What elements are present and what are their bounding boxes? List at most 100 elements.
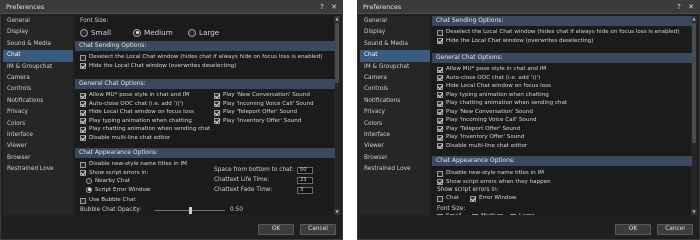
sidebar-item-restrained-love[interactable]: Restrained Love xyxy=(360,164,430,175)
radio-unselected-icon[interactable] xyxy=(86,178,92,184)
radio-small[interactable]: Small xyxy=(80,28,111,37)
checkbox-unchecked-icon[interactable] xyxy=(437,29,443,36)
checkbox-checked-icon[interactable] xyxy=(437,179,443,185)
number-spinner[interactable]: 50 xyxy=(297,167,313,174)
sidebar-item-general[interactable]: General xyxy=(3,16,73,27)
radio-nearby-chat[interactable]: Nearby Chat xyxy=(86,178,130,184)
checkbox-hide-local-chat-window-on-focus-loss[interactable]: Hide Local Chat window on focus loss xyxy=(80,109,194,116)
checkbox-hide-the-local-chat-window-overwrites-de[interactable]: Hide the Local Chat window (overwrites d… xyxy=(437,38,593,45)
sidebar-item-controls[interactable]: Controls xyxy=(3,84,73,95)
checkbox-checked-icon[interactable] xyxy=(470,195,476,202)
checkbox-auto-close-ooc-chat-i-e-add[interactable]: Auto-close OOC chat (i.e. add '))') xyxy=(437,75,540,82)
ok-button[interactable]: OK xyxy=(258,224,294,235)
sidebar-item-im-groupchat[interactable]: IM & Groupchat xyxy=(3,62,73,73)
checkbox-checked-icon[interactable] xyxy=(437,75,443,81)
sidebar-item-privacy[interactable]: Privacy xyxy=(3,107,73,118)
checkbox-medium[interactable]: Medium xyxy=(472,213,503,215)
sidebar-item-notifications[interactable]: Notifications xyxy=(3,96,73,107)
checkbox-play-inventory-offer-sound[interactable]: Play 'Inventory Offer' Sound xyxy=(437,134,524,141)
checkbox-checked-icon[interactable] xyxy=(437,109,443,115)
checkbox-small[interactable]: Small xyxy=(437,213,462,215)
checkbox-show-script-errors-when-they-happen[interactable]: Show script errors when they happen xyxy=(437,179,551,186)
title-bar[interactable]: Preferences ? ✕ xyxy=(1,1,342,14)
scrollbar[interactable]: ▲ ▼ xyxy=(691,16,697,215)
sidebar-item-chat[interactable]: Chat xyxy=(3,50,73,62)
checkbox-play-chatting-animation-when-sending-cha[interactable]: Play chatting animation when sending cha… xyxy=(437,100,567,107)
sidebar-item-colors[interactable]: Colors xyxy=(3,119,73,130)
number-spinner[interactable]: 23 xyxy=(297,177,313,184)
checkbox-unchecked-icon[interactable] xyxy=(510,213,516,215)
checkbox-checked-icon[interactable] xyxy=(437,143,443,149)
checkbox-allow-mu-pose-style-in-chat-and-im[interactable]: Allow MU* pose style in chat and IM xyxy=(437,66,546,73)
checkbox-play-teleport-offer-sound[interactable]: Play 'Teleport Offer' Sound xyxy=(437,126,520,133)
sidebar-item-camera[interactable]: Camera xyxy=(360,73,430,84)
checkbox-checked-icon[interactable] xyxy=(437,92,443,98)
close-icon[interactable]: ✕ xyxy=(329,2,339,12)
sidebar-item-sound-media[interactable]: Sound & Media xyxy=(3,39,73,50)
checkbox-large[interactable]: Large xyxy=(510,213,535,215)
checkbox-disable-multi-line-chat-editor[interactable]: Disable multi-line chat editor xyxy=(80,135,170,142)
checkbox-hide-the-local-chat-window-overwrites-de[interactable]: Hide the Local Chat window (overwrites d… xyxy=(80,63,236,70)
radio-medium[interactable]: Medium xyxy=(133,28,173,37)
checkbox-play-new-conversation-sound[interactable]: Play 'New Conversation' Sound xyxy=(437,109,533,116)
checkbox-unchecked-icon[interactable] xyxy=(80,161,86,168)
checkbox-hide-local-chat-window-on-focus-loss[interactable]: Hide Local Chat window on focus loss xyxy=(437,83,551,90)
checkbox-checked-icon[interactable] xyxy=(214,118,220,124)
close-icon[interactable]: ✕ xyxy=(686,2,696,12)
sidebar-item-im-groupchat[interactable]: IM & Groupchat xyxy=(360,62,430,73)
checkbox-checked-icon[interactable] xyxy=(214,92,220,99)
number-spinner[interactable]: 3 xyxy=(297,187,313,194)
sidebar-item-interface[interactable]: Interface xyxy=(3,130,73,141)
checkbox-checked-icon[interactable] xyxy=(80,118,86,124)
radio-unselected-icon[interactable] xyxy=(80,28,88,37)
help-icon[interactable]: ? xyxy=(317,2,327,12)
sidebar-item-colors[interactable]: Colors xyxy=(360,119,430,130)
radio-selected-icon[interactable] xyxy=(133,28,141,37)
radio-script-error-window[interactable]: Script Error Window xyxy=(86,186,150,193)
sidebar-item-display[interactable]: Display xyxy=(3,27,73,38)
checkbox-checked-icon[interactable] xyxy=(80,92,86,99)
checkbox-show-script-errors-in[interactable]: Show script errors in: xyxy=(80,170,148,177)
checkbox-auto-close-ooc-chat-i-e-add[interactable]: Auto-close OOC chat (i.e. add '))') xyxy=(80,101,183,108)
sidebar-item-notifications[interactable]: Notifications xyxy=(360,96,430,107)
checkbox-checked-icon[interactable] xyxy=(80,126,86,133)
checkbox-disable-new-style-name-titles-in-im[interactable]: Disable new-style name titles in IM xyxy=(437,170,544,177)
checkbox-disable-new-style-name-titles-in-im[interactable]: Disable new-style name titles in IM xyxy=(80,161,187,168)
opacity-slider-handle[interactable] xyxy=(189,207,192,214)
checkbox-checked-icon[interactable] xyxy=(437,38,443,44)
radio-selected-icon[interactable] xyxy=(86,186,92,193)
radio-large[interactable]: Large xyxy=(188,28,219,37)
checkbox-checked-icon[interactable] xyxy=(80,170,86,176)
scrollbar-thumb[interactable] xyxy=(692,23,696,143)
checkbox-unchecked-icon[interactable] xyxy=(80,197,86,204)
checkbox-checked-icon[interactable] xyxy=(214,101,220,107)
sidebar-item-chat[interactable]: Chat xyxy=(360,50,430,62)
checkbox-unchecked-icon[interactable] xyxy=(437,170,443,177)
checkbox-checked-icon[interactable] xyxy=(437,134,443,141)
checkbox-play-chatting-animation-when-sending-cha[interactable]: Play chatting animation when sending cha… xyxy=(80,126,210,133)
cancel-button[interactable]: Cancel xyxy=(300,224,336,235)
checkbox-error-window[interactable]: Error Window xyxy=(470,195,516,202)
checkbox-play-incoming-voice-call-sound[interactable]: Play 'Incoming Voice Call' Sound xyxy=(437,117,537,124)
checkbox-checked-icon[interactable] xyxy=(437,83,443,90)
checkbox-unchecked-icon[interactable] xyxy=(437,213,443,215)
sidebar-item-interface[interactable]: Interface xyxy=(360,130,430,141)
scroll-down-icon[interactable]: ▼ xyxy=(691,209,697,215)
checkbox-disable-multi-line-chat-editor[interactable]: Disable multi-line chat editor xyxy=(437,143,527,150)
checkbox-unchecked-icon[interactable] xyxy=(80,54,86,61)
checkbox-play-new-conversation-sound[interactable]: Play 'New Conversation' Sound xyxy=(214,92,310,99)
scroll-down-icon[interactable]: ▼ xyxy=(334,209,340,215)
checkbox-checked-icon[interactable] xyxy=(437,126,443,132)
sidebar-item-viewer[interactable]: Viewer xyxy=(3,141,73,152)
sidebar-item-viewer[interactable]: Viewer xyxy=(360,141,430,152)
checkbox-checked-icon[interactable] xyxy=(80,109,86,116)
help-icon[interactable]: ? xyxy=(674,2,684,12)
sidebar-item-controls[interactable]: Controls xyxy=(360,84,430,95)
checkbox-play-typing-animation-when-chatting[interactable]: Play typing animation when chatting xyxy=(437,92,549,99)
scrollbar-thumb[interactable] xyxy=(335,23,339,83)
checkbox-chat[interactable]: Chat xyxy=(437,195,459,202)
sidebar-item-restrained-love[interactable]: Restrained Love xyxy=(3,164,73,175)
checkbox-play-incoming-voice-call-sound[interactable]: Play 'Incoming Voice Call' Sound xyxy=(214,101,314,108)
radio-unselected-icon[interactable] xyxy=(188,28,196,37)
sidebar-item-browser[interactable]: Browser xyxy=(360,153,430,164)
